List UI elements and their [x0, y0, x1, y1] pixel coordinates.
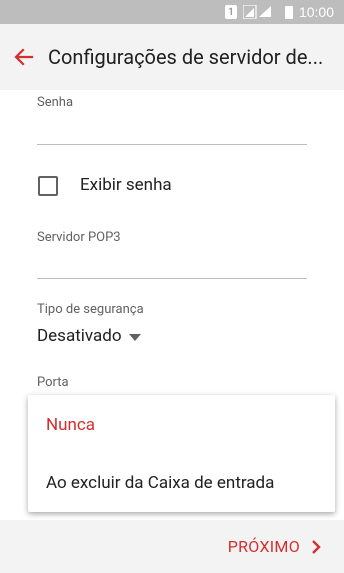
sim-slot-label: 1	[228, 6, 234, 18]
back-arrow-icon	[14, 48, 34, 66]
dropdown-arrow-icon	[128, 333, 141, 341]
security-type-value: Desativado	[37, 326, 122, 346]
show-password-checkbox[interactable]	[38, 176, 58, 196]
next-button-label: PRÓXIMO	[227, 537, 300, 556]
sim-icon: 1	[224, 5, 237, 19]
back-button[interactable]	[4, 37, 44, 77]
security-type-select[interactable]: Desativado	[37, 326, 141, 346]
chevron-right-icon	[312, 539, 321, 554]
bottom-bar: PRÓXIMO	[0, 520, 344, 573]
pop3-server-label: Servidor POP3	[37, 230, 121, 245]
next-button[interactable]: PRÓXIMO	[228, 537, 326, 557]
password-label: Senha	[37, 95, 74, 110]
signal-icon	[242, 5, 273, 19]
security-type-label: Tipo de segurança	[37, 302, 144, 317]
status-bar: 1 10:00	[0, 0, 344, 24]
menu-item-never[interactable]: Nunca	[46, 415, 95, 435]
show-password-label[interactable]: Exibir senha	[80, 175, 172, 195]
delete-from-server-menu: Nunca Ao excluir da Caixa de entrada	[28, 395, 335, 512]
status-time: 10:00	[298, 4, 334, 20]
app-bar: Configurações de servidor de...	[0, 24, 344, 90]
password-field[interactable]	[37, 144, 307, 145]
port-label: Porta	[37, 375, 69, 390]
menu-item-on-delete-from-inbox[interactable]: Ao excluir da Caixa de entrada	[46, 473, 274, 493]
battery-icon	[284, 5, 293, 19]
page-title: Configurações de servidor de...	[48, 45, 324, 69]
pop3-server-field[interactable]	[37, 278, 307, 279]
